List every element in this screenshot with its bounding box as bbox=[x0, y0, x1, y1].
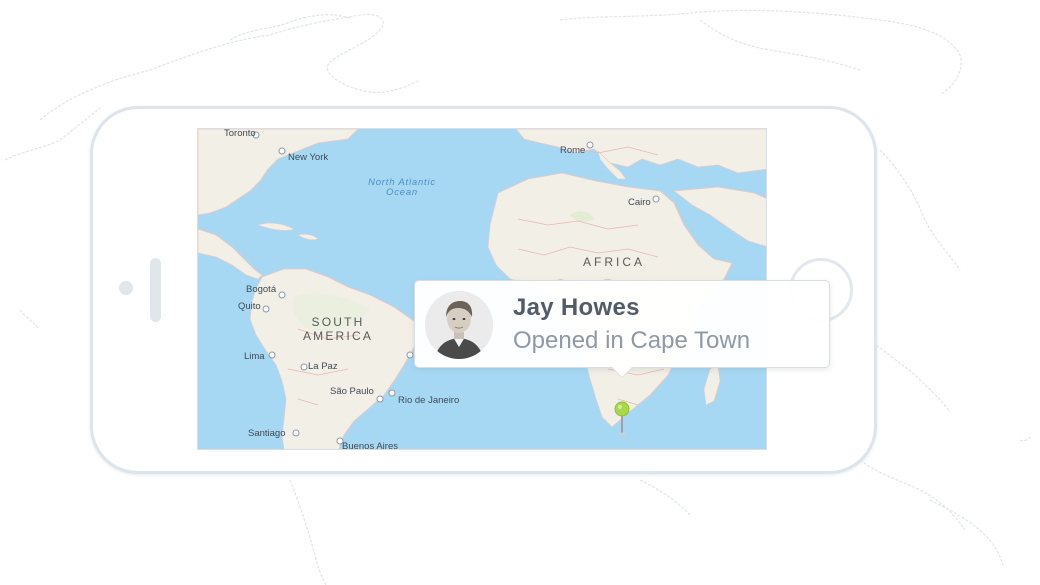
city-label-cairo: Cairo bbox=[628, 197, 651, 208]
city-label-toronto: Toronto bbox=[224, 129, 256, 139]
city-label-buenos-aires: Buenos Aires bbox=[342, 441, 398, 450]
user-callout-card[interactable]: Jay Howes Opened in Cape Town bbox=[414, 280, 830, 368]
city-dot-salvador[interactable] bbox=[406, 351, 414, 359]
location-pin-icon[interactable] bbox=[614, 400, 630, 436]
city-dot-lima[interactable] bbox=[268, 351, 276, 359]
city-dot-bogota[interactable] bbox=[278, 291, 286, 299]
camera-dot bbox=[119, 281, 133, 295]
callout-tail bbox=[612, 367, 632, 377]
ocean-label-line2: Ocean bbox=[386, 187, 418, 198]
city-dot-sao-paulo[interactable] bbox=[376, 395, 384, 403]
city-label-lima: Lima bbox=[244, 351, 265, 362]
city-dot-santiago[interactable] bbox=[292, 429, 300, 437]
city-dot-quito[interactable] bbox=[262, 305, 270, 313]
continent-label-south: SOUTH bbox=[312, 315, 365, 329]
city-dot-new-york[interactable] bbox=[278, 147, 286, 155]
city-label-quito: Quito bbox=[238, 301, 261, 312]
city-label-new-york: New York bbox=[288, 152, 328, 163]
city-label-rome: Rome bbox=[560, 145, 585, 156]
user-portrait-icon bbox=[425, 291, 493, 359]
speaker-slot bbox=[150, 258, 161, 322]
city-label-rio: Rio de Janeiro bbox=[398, 395, 459, 406]
city-dot-la-paz[interactable] bbox=[300, 363, 308, 371]
user-name: Jay Howes bbox=[513, 294, 640, 321]
city-dot-rio[interactable] bbox=[388, 389, 396, 397]
avatar bbox=[425, 291, 493, 359]
city-label-sao-paulo: São Paulo bbox=[330, 386, 374, 397]
open-status-text: Opened in Cape Town bbox=[513, 327, 751, 354]
city-dot-cairo[interactable] bbox=[652, 195, 660, 203]
city-label-bogota: Bogotá bbox=[246, 284, 277, 295]
city-label-la-paz: La Paz bbox=[308, 361, 338, 372]
city-label-santiago: Santiago bbox=[248, 428, 286, 439]
continent-label-africa: AFRICA bbox=[583, 255, 645, 269]
continent-label-america: AMERICA bbox=[303, 329, 373, 343]
city-dot-rome[interactable] bbox=[586, 141, 594, 149]
